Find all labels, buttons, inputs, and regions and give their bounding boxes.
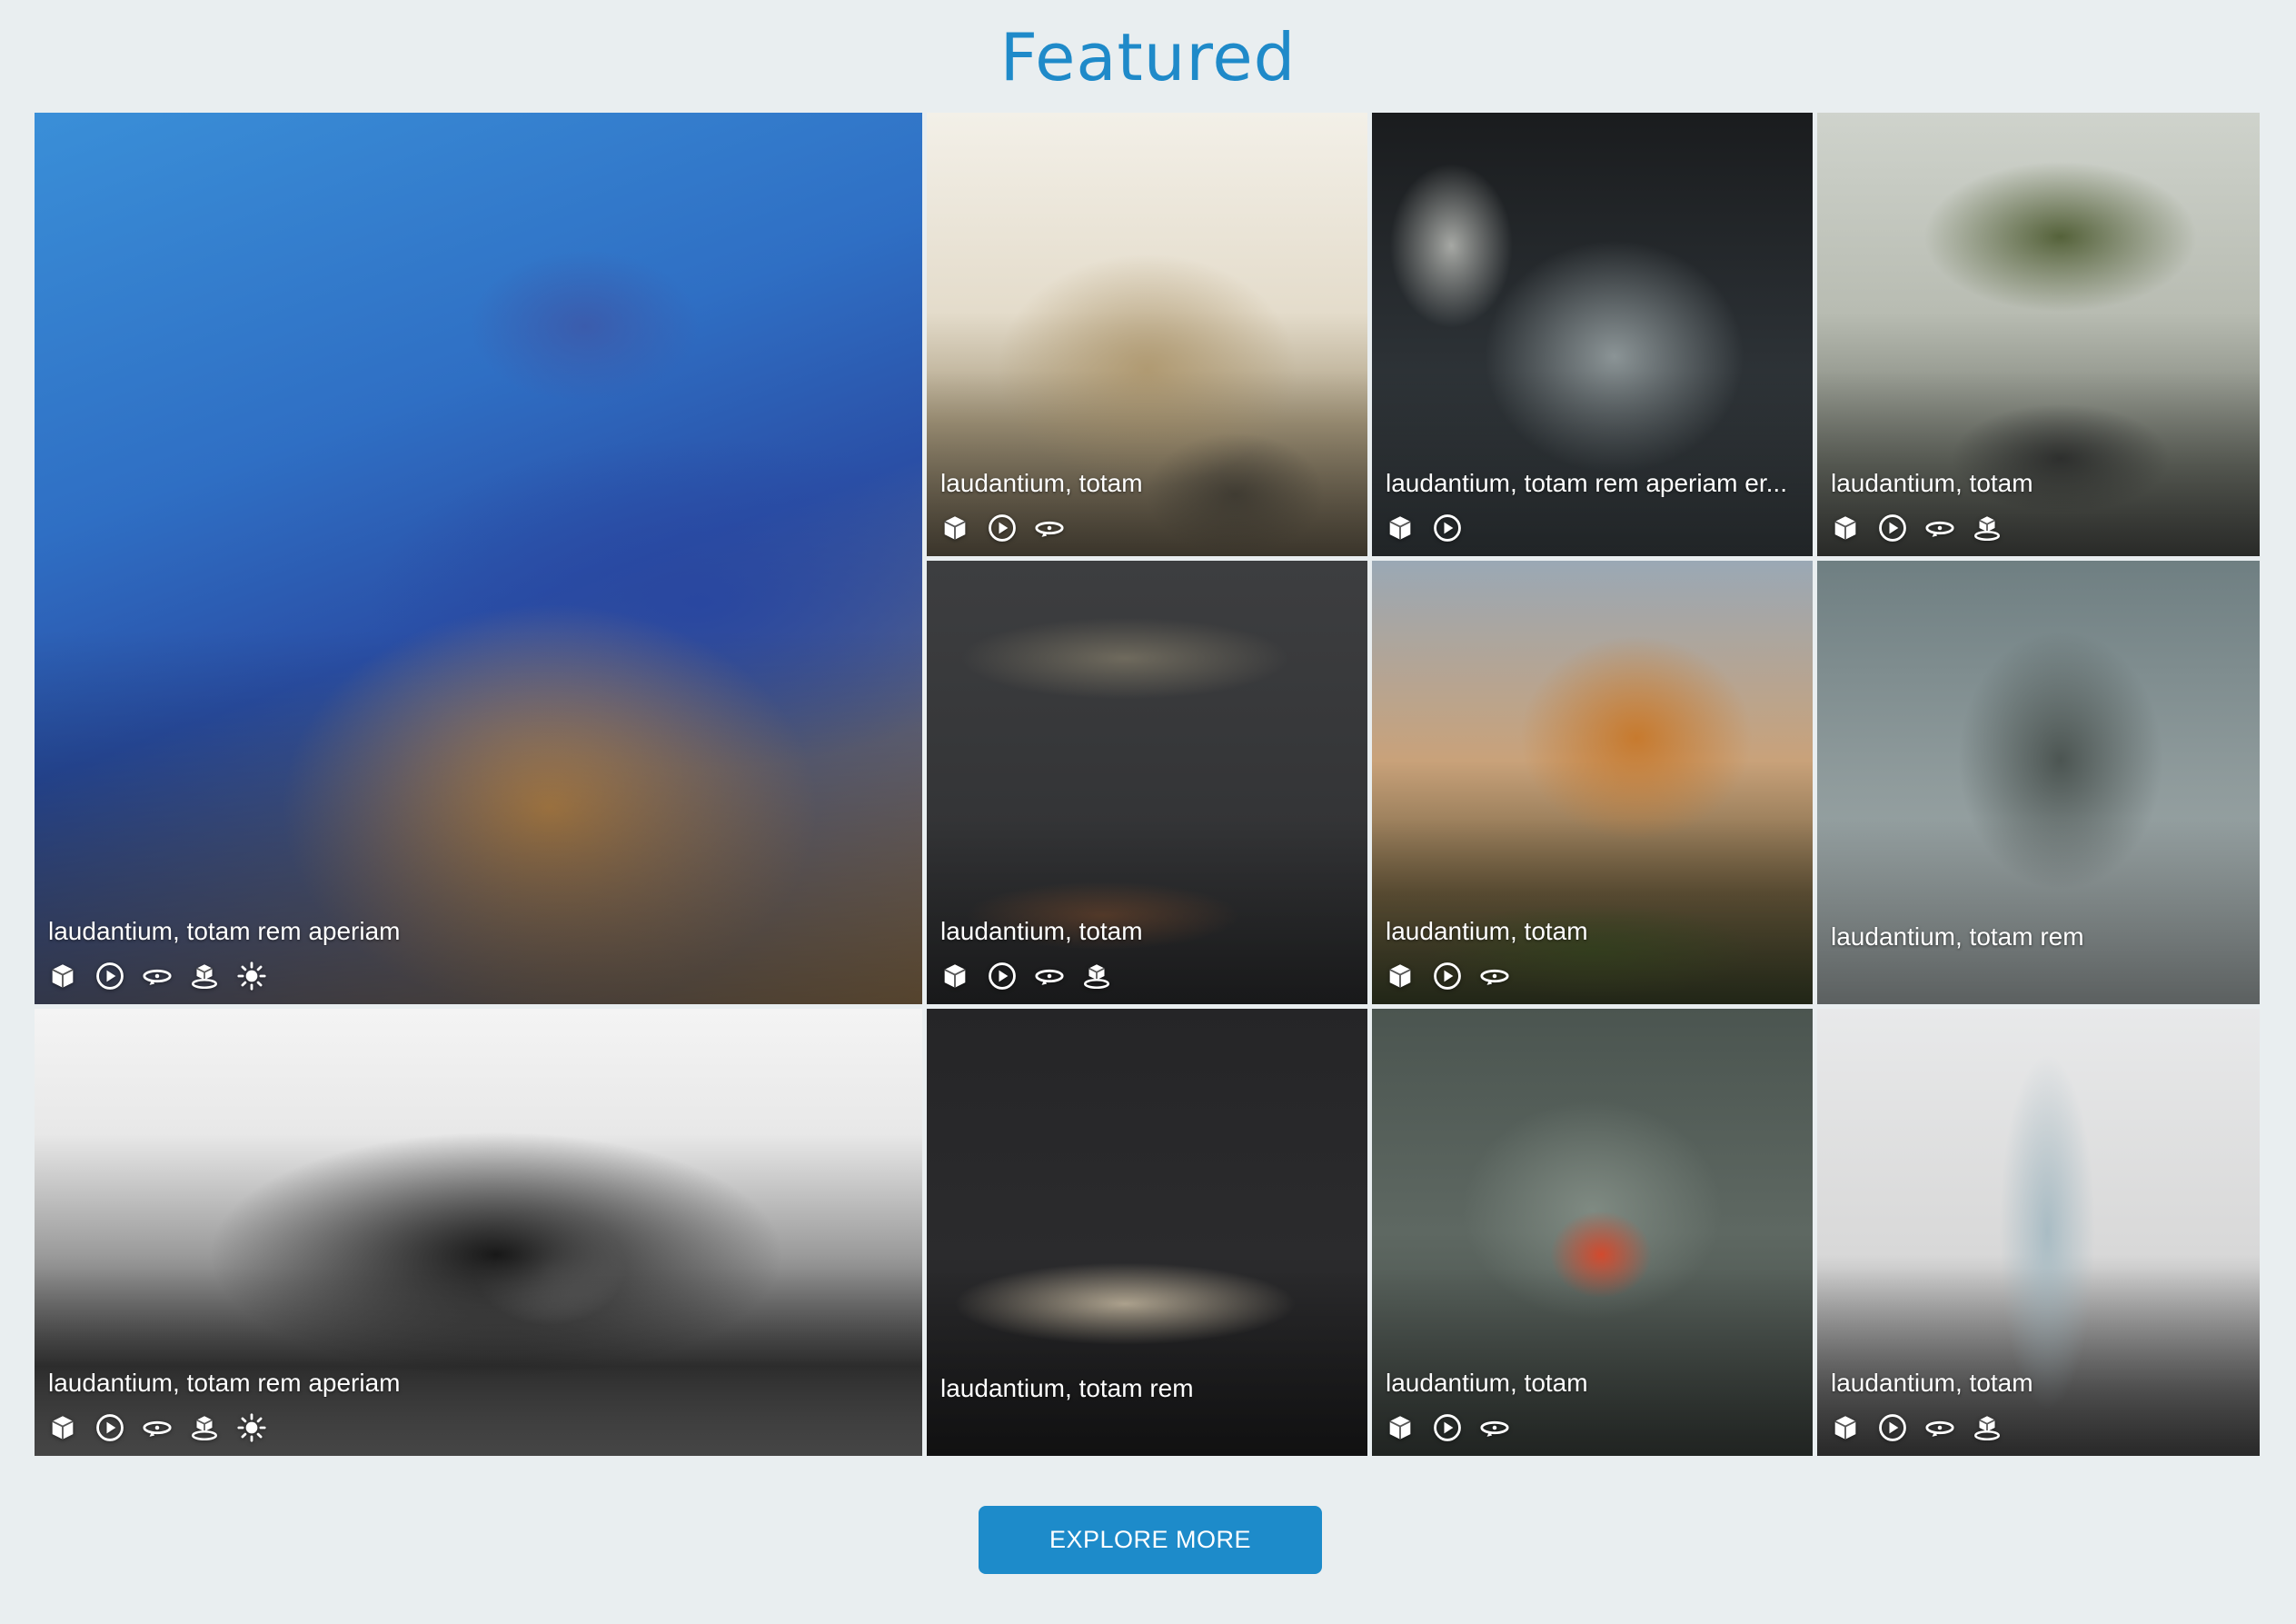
play-icon[interactable] [987,961,1018,991]
cube-icon[interactable] [1830,1412,1861,1443]
cube-icon[interactable] [1385,1412,1416,1443]
gizmo-icon[interactable] [189,961,220,991]
tile-icons [47,1412,267,1443]
tile-icons [1385,961,1510,991]
featured-tile[interactable]: laudantium, totam [1372,561,1813,1004]
play-icon[interactable] [94,961,125,991]
tile-icons [1385,513,1463,543]
cube-icon[interactable] [939,961,970,991]
orbit-icon[interactable] [1924,513,1955,543]
play-icon[interactable] [94,1412,125,1443]
featured-tile[interactable]: laudantium, totam [927,113,1367,556]
featured-tile[interactable]: laudantium, totam [1372,1009,1813,1456]
tile-icons [939,961,1112,991]
tile-icons [47,961,267,991]
featured-tile[interactable]: laudantium, totam [927,561,1367,1004]
cube-icon[interactable] [1385,961,1416,991]
tile-caption: laudantium, totam rem [1831,922,2084,951]
play-icon[interactable] [1432,961,1463,991]
cube-icon[interactable] [1830,513,1861,543]
sun-icon[interactable] [236,1412,267,1443]
featured-tile[interactable]: laudantium, totam rem aperiam er... [1372,113,1813,556]
tile-icons [1830,513,2003,543]
featured-grid: laudantium, totam rem aperiam laudantium… [35,113,2260,1456]
sun-icon[interactable] [236,961,267,991]
tile-caption: laudantium, totam [1386,1369,1588,1397]
tile-caption: laudantium, totam rem aperiam [48,1369,401,1397]
page-title: Featured [999,19,1297,95]
orbit-icon[interactable] [1924,1412,1955,1443]
play-icon[interactable] [1877,513,1908,543]
orbit-icon[interactable] [142,961,173,991]
tile-caption: laudantium, totam [940,469,1143,497]
tile-icons [1830,1412,2003,1443]
featured-tile[interactable]: laudantium, totam rem [927,1009,1367,1456]
featured-tile[interactable]: laudantium, totam [1817,1009,2260,1456]
gizmo-icon[interactable] [1972,513,2003,543]
tile-caption: laudantium, totam rem aperiam er... [1386,469,1787,497]
explore-more-button[interactable]: EXPLORE MORE [979,1506,1322,1574]
play-icon[interactable] [987,513,1018,543]
play-icon[interactable] [1432,1412,1463,1443]
cube-icon[interactable] [939,513,970,543]
tile-caption: laudantium, totam [1386,917,1588,945]
featured-tile[interactable]: laudantium, totam rem aperiam [35,113,922,1004]
tile-caption: laudantium, totam [1831,1369,2033,1397]
cube-icon[interactable] [47,1412,78,1443]
featured-tile[interactable]: laudantium, totam [1817,113,2260,556]
cube-icon[interactable] [47,961,78,991]
gizmo-icon[interactable] [189,1412,220,1443]
tile-caption: laudantium, totam [1831,469,2033,497]
play-icon[interactable] [1877,1412,1908,1443]
featured-tile[interactable]: laudantium, totam rem aperiam [35,1009,922,1456]
play-icon[interactable] [1432,513,1463,543]
gizmo-icon[interactable] [1081,961,1112,991]
tile-icons [939,513,1065,543]
orbit-icon[interactable] [142,1412,173,1443]
gizmo-icon[interactable] [1972,1412,2003,1443]
tile-caption: laudantium, totam [940,917,1143,945]
featured-tile[interactable]: laudantium, totam rem [1817,561,2260,1004]
orbit-icon[interactable] [1479,961,1510,991]
orbit-icon[interactable] [1034,961,1065,991]
orbit-icon[interactable] [1034,513,1065,543]
tile-icons [1385,1412,1510,1443]
cube-icon[interactable] [1385,513,1416,543]
orbit-icon[interactable] [1479,1412,1510,1443]
tile-caption: laudantium, totam rem [940,1374,1194,1402]
tile-caption: laudantium, totam rem aperiam [48,917,401,945]
